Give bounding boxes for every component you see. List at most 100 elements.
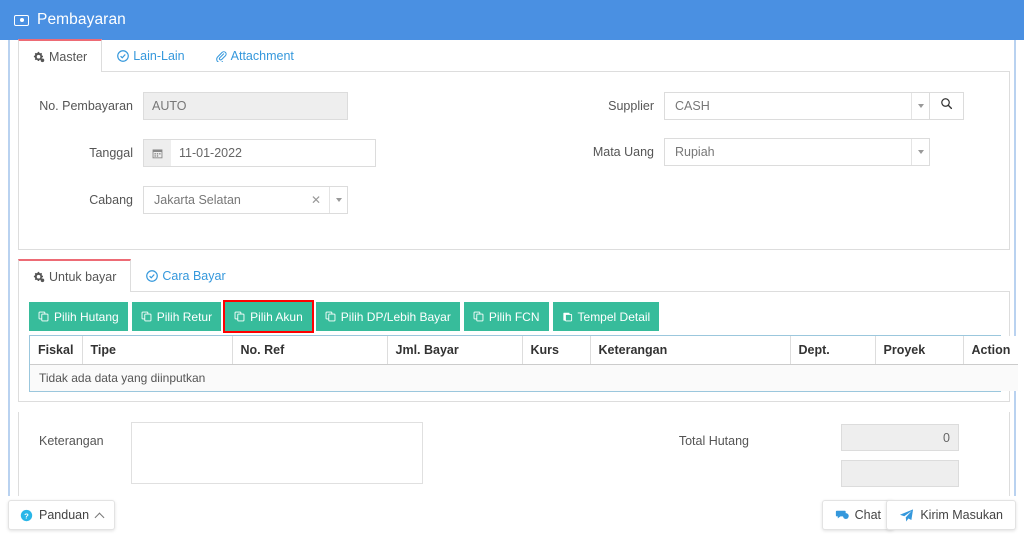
page-title: Pembayaran: [37, 11, 126, 28]
table-empty-row: Tidak ada data yang diinputkan: [30, 364, 1018, 391]
paste-icon: [562, 311, 573, 322]
pilih-hutang-button[interactable]: Pilih Hutang: [29, 302, 128, 331]
copy-icon: [38, 311, 49, 322]
detail-panel: Pilih Hutang Pilih Retur Pilih Akun Pili…: [18, 292, 1018, 402]
cabang-value: Jakarta Selatan: [154, 193, 241, 207]
chat-button[interactable]: Chat: [821, 500, 894, 530]
paperclip-icon: [215, 50, 227, 62]
tempel-detail-button[interactable]: Tempel Detail: [552, 302, 660, 331]
tab-attachment[interactable]: Attachment: [200, 39, 309, 71]
field-mata-uang: Mata Uang Rupiah: [574, 138, 930, 166]
mata-uang-select[interactable]: Rupiah: [664, 138, 930, 166]
window-titlebar: Pembayaran: [0, 0, 1024, 40]
paper-plane-icon: [899, 508, 914, 523]
keterangan-textarea[interactable]: [131, 422, 423, 484]
master-panel: No. Pembayaran AUTO Tanggal 11-01-2022 C…: [18, 72, 1010, 250]
cabang-select[interactable]: Jakarta Selatan ✕: [143, 186, 348, 214]
field-tanggal: Tanggal 11-01-2022: [33, 139, 376, 167]
copy-icon: [141, 311, 152, 322]
chat-label: Chat: [854, 508, 881, 522]
total-hutang-value: 0: [841, 424, 959, 451]
pilih-retur-button[interactable]: Pilih Retur: [131, 302, 222, 331]
no-pembayaran-input: AUTO: [143, 92, 348, 120]
col-jml-bayar[interactable]: Jml. Bayar: [387, 336, 523, 365]
copy-icon: [234, 311, 245, 322]
mata-uang-value: Rupiah: [675, 145, 715, 159]
tempel-detail-label: Tempel Detail: [577, 309, 651, 324]
col-fiskal[interactable]: Fiskal: [30, 336, 83, 365]
kirim-masukan-label: Kirim Masukan: [920, 508, 1003, 522]
banknote-icon: [14, 14, 29, 26]
tab-cara-bayar[interactable]: Cara Bayar: [131, 259, 240, 291]
supplier-select[interactable]: CASH: [664, 92, 930, 120]
panduan-label: Panduan: [39, 508, 90, 522]
panduan-button[interactable]: ? Panduan: [8, 500, 116, 530]
caret-down-icon[interactable]: [911, 93, 929, 119]
total-hutang-label: Total Hutang: [678, 434, 749, 448]
tab-lain-lain-label: Lain-Lain: [133, 48, 185, 63]
mata-uang-label: Mata Uang: [592, 145, 654, 159]
check-circle-icon: [117, 49, 130, 62]
cabang-label: Cabang: [89, 193, 133, 207]
supplier-label: Supplier: [608, 99, 654, 113]
page-frame: Master Lain-Lain Attachment No. Pembayar…: [8, 39, 1018, 496]
supplier-search-button[interactable]: [930, 92, 964, 120]
col-kurs[interactable]: Kurs: [522, 336, 591, 365]
col-tipe[interactable]: Tipe: [82, 336, 233, 365]
field-supplier: Supplier CASH: [574, 92, 964, 120]
svg-text:?: ?: [24, 511, 29, 520]
col-proyek[interactable]: Proyek: [875, 336, 964, 365]
caret-down-icon[interactable]: [911, 139, 929, 165]
copy-icon: [325, 311, 336, 322]
table-header-row: Fiskal Tipe No. Ref Jml. Bayar Kurs Kete…: [30, 336, 1018, 365]
chat-bubble-icon: [835, 508, 849, 522]
col-keterangan[interactable]: Keterangan: [590, 336, 791, 365]
question-circle-icon: ?: [20, 509, 33, 522]
search-icon: [940, 97, 953, 115]
pilih-dp-lebih-bayar-button[interactable]: Pilih DP/Lebih Bayar: [315, 302, 460, 331]
gears-icon: [33, 51, 45, 63]
pilih-dp-lebih-bayar-label: Pilih DP/Lebih Bayar: [340, 309, 451, 324]
col-no-ref[interactable]: No. Ref: [232, 336, 388, 365]
master-tab-strip: Master Lain-Lain Attachment: [18, 39, 1010, 72]
col-action[interactable]: Action: [963, 336, 1018, 365]
pilih-retur-label: Pilih Retur: [156, 309, 213, 324]
tab-lain-lain[interactable]: Lain-Lain: [102, 39, 199, 71]
check-circle-icon: [146, 269, 159, 282]
chevron-up-icon: [94, 512, 105, 522]
detail-tab-strip: Untuk bayar Cara Bayar: [18, 259, 1010, 292]
payment-form-page: Pembayaran Master Lain-Lain Attachment N…: [0, 0, 1024, 536]
tab-master[interactable]: Master: [18, 39, 103, 72]
tanggal-label: Tanggal: [89, 146, 133, 160]
field-cabang: Cabang Jakarta Selatan ✕: [33, 186, 348, 214]
supplier-value: CASH: [675, 99, 710, 113]
detail-table: Fiskal Tipe No. Ref Jml. Bayar Kurs Kete…: [30, 336, 1018, 391]
footer-panel: Keterangan Total Hutang 0: [18, 412, 1010, 496]
tab-master-label: Master: [49, 49, 88, 64]
caret-down-icon[interactable]: [329, 187, 347, 213]
total-secondary-field: [841, 460, 959, 487]
no-pembayaran-label: No. Pembayaran: [39, 99, 133, 113]
tab-untuk-bayar[interactable]: Untuk bayar: [18, 259, 132, 292]
tab-cara-bayar-label: Cara Bayar: [162, 268, 226, 283]
payment-detail-grid: Fiskal Tipe No. Ref Jml. Bayar Kurs Kete…: [29, 335, 1018, 392]
tab-untuk-bayar-label: Untuk bayar: [49, 269, 117, 284]
pilih-akun-button[interactable]: Pilih Akun: [223, 300, 314, 333]
pilih-fcn-label: Pilih FCN: [488, 309, 540, 324]
close-x-icon[interactable]: ✕: [311, 194, 321, 206]
gears-icon: [33, 271, 45, 283]
detail-toolbar: Pilih Hutang Pilih Retur Pilih Akun Pili…: [29, 300, 660, 333]
col-dept[interactable]: Dept.: [790, 336, 876, 365]
pilih-fcn-button[interactable]: Pilih FCN: [463, 302, 549, 331]
pilih-hutang-label: Pilih Hutang: [54, 309, 119, 324]
copy-icon: [473, 311, 484, 322]
field-no-pembayaran: No. Pembayaran AUTO: [33, 92, 348, 120]
keterangan-label: Keterangan: [39, 434, 104, 448]
tab-attachment-label: Attachment: [230, 48, 294, 63]
kirim-masukan-button[interactable]: Kirim Masukan: [886, 500, 1016, 530]
empty-message: Tidak ada data yang diinputkan: [30, 364, 1018, 391]
calendar-icon[interactable]: [143, 139, 171, 167]
tanggal-input-group: 11-01-2022: [143, 139, 376, 167]
pilih-akun-label: Pilih Akun: [250, 309, 303, 324]
tanggal-input[interactable]: 11-01-2022: [171, 139, 376, 167]
